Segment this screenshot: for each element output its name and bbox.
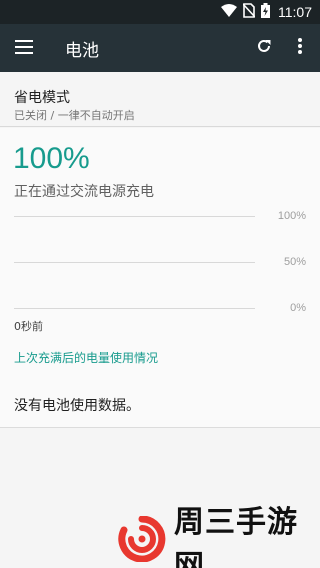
graph-line-100: [14, 216, 255, 217]
graph-time-label: 0秒前: [14, 320, 43, 333]
battery-charging-icon: [261, 2, 270, 22]
menu-icon: [15, 39, 33, 58]
graph-label-0: 0%: [290, 302, 306, 314]
refresh-button[interactable]: [250, 34, 278, 62]
graph-label-100: 100%: [277, 210, 306, 222]
app-bar: 电池: [0, 24, 320, 72]
battery-graph: 100% 50% 0% 0秒前: [0, 128, 320, 338]
battery-saver-title: 省电模式: [14, 90, 70, 106]
refresh-icon: [256, 38, 272, 58]
page-title: 电池: [65, 41, 99, 61]
watermark: 周三手游网: [118, 505, 318, 568]
more-options-button[interactable]: [288, 34, 312, 62]
status-time: 11:07: [278, 4, 312, 20]
usage-since-full-charge-link[interactable]: 上次充满后的电量使用情况: [14, 349, 158, 366]
status-icons: 11:07: [221, 2, 312, 22]
no-data-message: 没有电池使用数据。: [14, 398, 140, 414]
graph-line-50: [14, 262, 255, 263]
battery-saver-item[interactable]: 省电模式 已关闭 / 一律不自动开启: [0, 72, 320, 127]
watermark-logo-icon: [118, 515, 166, 566]
no-sim-icon: [242, 2, 256, 22]
battery-saver-subtitle: 已关闭 / 一律不自动开启: [14, 109, 135, 122]
more-vert-icon: [298, 38, 302, 58]
wifi-icon: [221, 3, 237, 22]
menu-button[interactable]: [10, 34, 38, 62]
battery-panel: 100% 正在通过交流电源充电 100% 50% 0% 0秒前 上次充满后的电量…: [0, 128, 320, 428]
graph-line-0: [14, 308, 255, 309]
watermark-text: 周三手游网: [174, 505, 298, 568]
graph-label-50: 50%: [283, 256, 306, 268]
status-bar: 11:07: [0, 0, 320, 24]
